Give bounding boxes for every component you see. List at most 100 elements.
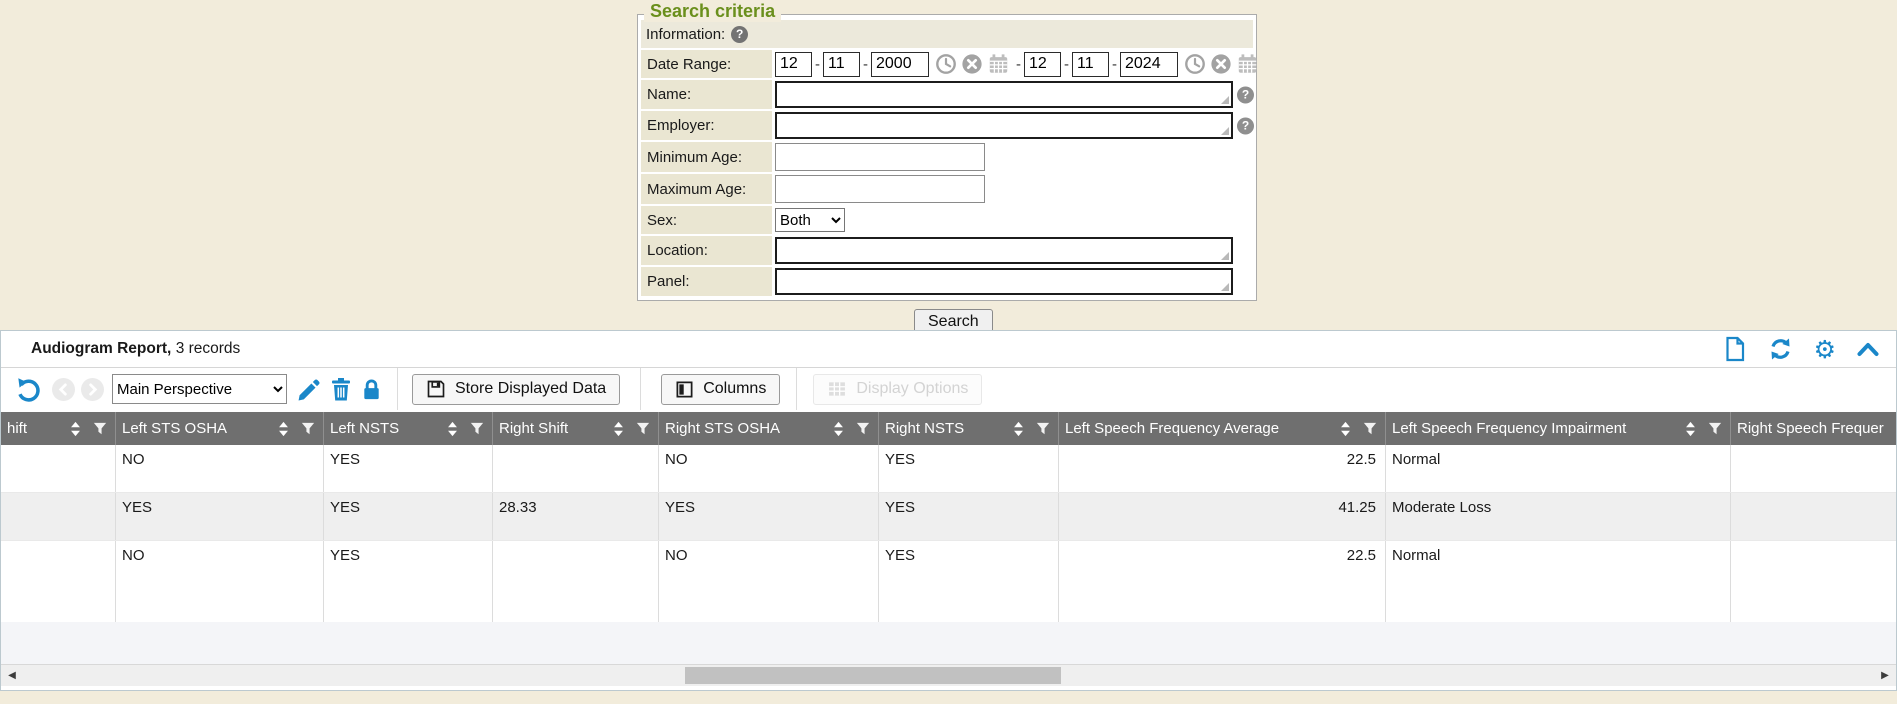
sort-icon[interactable] bbox=[1013, 421, 1024, 437]
columns-button[interactable]: Columns bbox=[661, 374, 780, 405]
information-label: Information: bbox=[646, 26, 725, 43]
edit-perspective-button[interactable] bbox=[297, 377, 322, 402]
collapse-panel-button[interactable] bbox=[1856, 340, 1880, 358]
employer-label: Employer: bbox=[641, 111, 772, 140]
date-to-day-input[interactable] bbox=[1072, 52, 1109, 77]
column-header-right-speech-frequency[interactable]: Right Speech Frequer bbox=[1731, 412, 1896, 445]
search-criteria-legend: Search criteria bbox=[644, 1, 781, 22]
column-header-left-nsts[interactable]: Left NSTS bbox=[324, 412, 493, 445]
filter-icon[interactable] bbox=[856, 421, 870, 436]
refresh-icon bbox=[1767, 336, 1794, 362]
filter-icon[interactable] bbox=[636, 421, 650, 436]
sort-icon[interactable] bbox=[613, 421, 624, 437]
sort-icon[interactable] bbox=[833, 421, 844, 437]
column-header-right-shift[interactable]: Right Shift bbox=[493, 412, 659, 445]
scrollbar-thumb[interactable] bbox=[685, 667, 1061, 684]
maximum-age-input[interactable] bbox=[775, 175, 985, 203]
filter-icon[interactable] bbox=[1363, 421, 1377, 436]
record-count: 3 records bbox=[176, 340, 241, 357]
gear-icon: ⚙ bbox=[1814, 337, 1836, 362]
trash-icon bbox=[330, 377, 352, 402]
employer-input[interactable] bbox=[775, 112, 1233, 139]
pencil-icon bbox=[297, 377, 322, 402]
information-row: Information: ? bbox=[641, 20, 1253, 48]
sort-icon[interactable] bbox=[447, 421, 458, 437]
date-from-day-input[interactable] bbox=[823, 52, 860, 77]
minimum-age-row: Minimum Age: bbox=[641, 142, 1253, 172]
lock-perspective-button[interactable] bbox=[360, 377, 383, 402]
table-row[interactable]: YES YES 28.33 YES YES 41.25 Moderate Los… bbox=[1, 493, 1896, 541]
delete-perspective-button[interactable] bbox=[330, 377, 352, 402]
clear-date-icon[interactable] bbox=[961, 53, 983, 75]
settings-button[interactable]: ⚙ bbox=[1814, 337, 1836, 362]
table-header-row: hift Left STS OSHA Left NSTS Right Shift… bbox=[1, 412, 1896, 445]
filter-icon[interactable] bbox=[1036, 421, 1050, 436]
chevron-right-icon bbox=[86, 383, 99, 396]
filter-icon[interactable] bbox=[93, 421, 107, 436]
minimum-age-input[interactable] bbox=[775, 143, 985, 171]
filter-icon[interactable] bbox=[301, 421, 315, 436]
name-row: Name: ? bbox=[641, 80, 1253, 109]
report-title: Audiogram Report, bbox=[31, 340, 171, 357]
export-document-button[interactable] bbox=[1723, 336, 1747, 362]
perspective-select[interactable]: Main Perspective bbox=[112, 374, 287, 404]
scroll-left-arrow[interactable]: ◀ bbox=[3, 665, 21, 686]
employer-row: Employer: ? bbox=[641, 111, 1253, 140]
sort-icon[interactable] bbox=[278, 421, 289, 437]
date-to-year-input[interactable] bbox=[1120, 52, 1178, 77]
name-input[interactable] bbox=[775, 81, 1233, 108]
panel-header: Audiogram Report, 3 records ⚙ bbox=[1, 331, 1896, 368]
column-header-left-speech-frequency-impairment[interactable]: Left Speech Frequency Impairment bbox=[1386, 412, 1731, 445]
sort-icon[interactable] bbox=[1340, 421, 1351, 437]
save-icon bbox=[426, 379, 446, 399]
filter-icon[interactable] bbox=[1708, 421, 1722, 436]
date-range-row: Date Range: - - - - - bbox=[641, 50, 1253, 78]
store-displayed-data-button[interactable]: Store Displayed Data bbox=[412, 374, 620, 405]
date-range-label: Date Range: bbox=[641, 50, 772, 78]
column-header-left-sts-osha[interactable]: Left STS OSHA bbox=[116, 412, 324, 445]
location-input[interactable] bbox=[775, 237, 1233, 264]
employer-help-icon[interactable]: ? bbox=[1237, 117, 1254, 134]
information-help-icon[interactable]: ? bbox=[731, 26, 748, 43]
refresh-button[interactable] bbox=[1767, 336, 1794, 362]
next-perspective-button[interactable] bbox=[81, 378, 104, 401]
sex-row: Sex: Both bbox=[641, 206, 1253, 234]
minimum-age-label: Minimum Age: bbox=[641, 142, 772, 172]
grid-icon bbox=[827, 379, 847, 399]
sort-icon[interactable] bbox=[1685, 421, 1696, 437]
date-from-year-input[interactable] bbox=[871, 52, 929, 77]
table-row[interactable]: NO YES NO YES 22.5 Normal bbox=[1, 541, 1896, 622]
panel-input[interactable] bbox=[775, 268, 1233, 295]
location-label: Location: bbox=[641, 236, 772, 265]
horizontal-scrollbar[interactable]: ◀ ▶ bbox=[1, 664, 1896, 686]
table-row[interactable]: NO YES NO YES 22.5 Normal bbox=[1, 445, 1896, 493]
time-picker-icon[interactable] bbox=[935, 53, 957, 75]
report-toolbar: Main Perspective Store Displayed Data Co… bbox=[1, 368, 1896, 410]
maximum-age-row: Maximum Age: bbox=[641, 174, 1253, 204]
column-header-shift[interactable]: hift bbox=[1, 412, 116, 445]
column-header-right-nsts[interactable]: Right NSTS bbox=[879, 412, 1059, 445]
time-picker-icon[interactable] bbox=[1184, 53, 1206, 75]
clear-date-icon[interactable] bbox=[1210, 53, 1232, 75]
table-empty-area bbox=[1, 622, 1896, 664]
search-criteria-fieldset: Search criteria Information: ? Date Rang… bbox=[637, 14, 1257, 301]
previous-perspective-button[interactable] bbox=[52, 378, 75, 401]
scroll-right-arrow[interactable]: ▶ bbox=[1876, 665, 1894, 686]
undo-button[interactable] bbox=[15, 376, 42, 403]
calendar-icon[interactable] bbox=[987, 53, 1010, 75]
date-to-month-input[interactable] bbox=[1024, 52, 1061, 77]
panel-label: Panel: bbox=[641, 267, 772, 296]
calendar-icon[interactable] bbox=[1236, 53, 1259, 75]
date-from-month-input[interactable] bbox=[775, 52, 812, 77]
column-header-right-sts-osha[interactable]: Right STS OSHA bbox=[659, 412, 879, 445]
filter-icon[interactable] bbox=[470, 421, 484, 436]
display-options-button: Display Options bbox=[813, 374, 982, 405]
sort-icon[interactable] bbox=[70, 421, 81, 437]
panel-row: Panel: bbox=[641, 267, 1253, 296]
column-header-left-speech-frequency-average[interactable]: Left Speech Frequency Average bbox=[1059, 412, 1386, 445]
name-help-icon[interactable]: ? bbox=[1237, 86, 1254, 103]
location-row: Location: bbox=[641, 236, 1253, 265]
sex-select[interactable]: Both bbox=[775, 208, 845, 232]
sex-label: Sex: bbox=[641, 206, 772, 234]
chevron-left-icon bbox=[57, 383, 70, 396]
